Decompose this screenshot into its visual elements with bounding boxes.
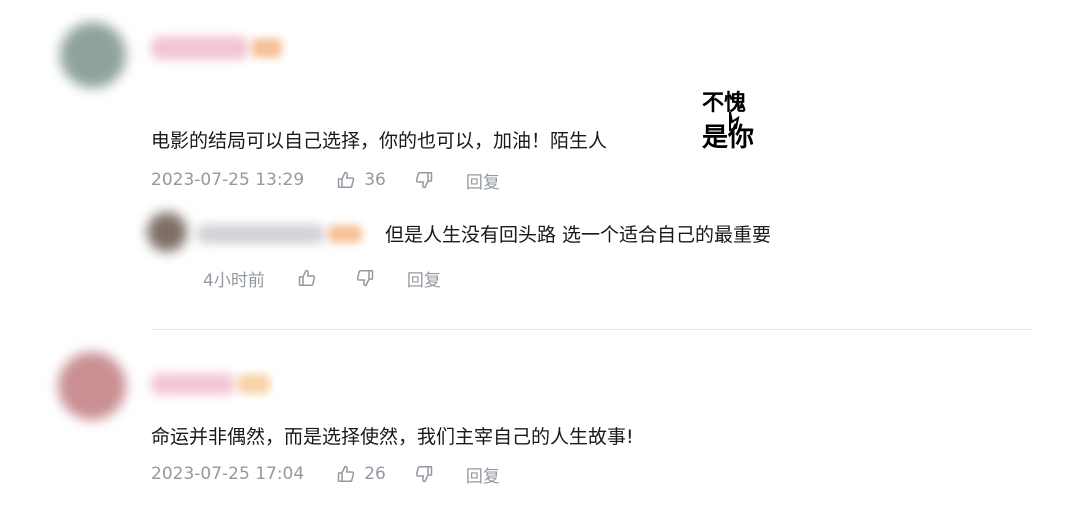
dislike-button[interactable]	[355, 268, 375, 288]
thumbs-up-icon	[298, 269, 316, 287]
comment-time: 2023-07-25 17:04	[151, 464, 305, 484]
dislike-button[interactable]	[414, 464, 434, 484]
comment-text: 电影的结局可以自己选择，你的也可以，加油！陌生人	[151, 130, 608, 152]
comment-meta: 2023-07-25 13:29 36 回复	[151, 168, 500, 193]
reply-time: 4小时前	[203, 270, 265, 291]
comment-meta: 2023-07-25 17:04 26 回复	[151, 462, 500, 487]
comment-text: 命运并非偶然，而是选择使然，我们主宰自己的人生故事!	[151, 426, 634, 448]
reply-text: 但是人生没有回头路 选一个适合自己的最重要	[385, 224, 772, 246]
like-button[interactable]: 36	[336, 170, 386, 190]
thumbs-down-icon	[356, 269, 374, 287]
like-count: 26	[364, 464, 386, 484]
thumbs-down-icon	[415, 465, 433, 483]
avatar[interactable]	[58, 352, 126, 420]
level-badge	[328, 225, 362, 243]
level-badge	[238, 374, 270, 394]
username-blurred[interactable]	[150, 36, 250, 60]
sticker-text-bottom: 是你	[702, 122, 754, 152]
reply-button[interactable]: 回复	[466, 168, 500, 193]
sticker-text-top: 不愧	[702, 90, 746, 115]
level-badge	[252, 38, 282, 58]
username-blurred[interactable]	[196, 224, 326, 244]
like-button[interactable]: 26	[336, 464, 386, 484]
reply-button[interactable]: 回复	[466, 462, 500, 487]
thumbs-up-icon	[337, 465, 355, 483]
comment-time: 2023-07-25 13:29	[151, 170, 305, 190]
reply-button[interactable]: 回复	[407, 266, 441, 291]
avatar[interactable]	[60, 22, 126, 88]
thumbs-down-icon	[415, 171, 433, 189]
divider	[151, 329, 1033, 330]
reply-meta: 4小时前 回复	[203, 266, 441, 291]
thumbs-up-icon	[337, 171, 355, 189]
avatar[interactable]	[147, 212, 187, 252]
like-count: 36	[364, 170, 386, 190]
like-button[interactable]	[297, 268, 317, 288]
dislike-button[interactable]	[414, 170, 434, 190]
username-blurred[interactable]	[150, 373, 236, 395]
sticker-emote: 不愧 是你	[702, 88, 762, 158]
